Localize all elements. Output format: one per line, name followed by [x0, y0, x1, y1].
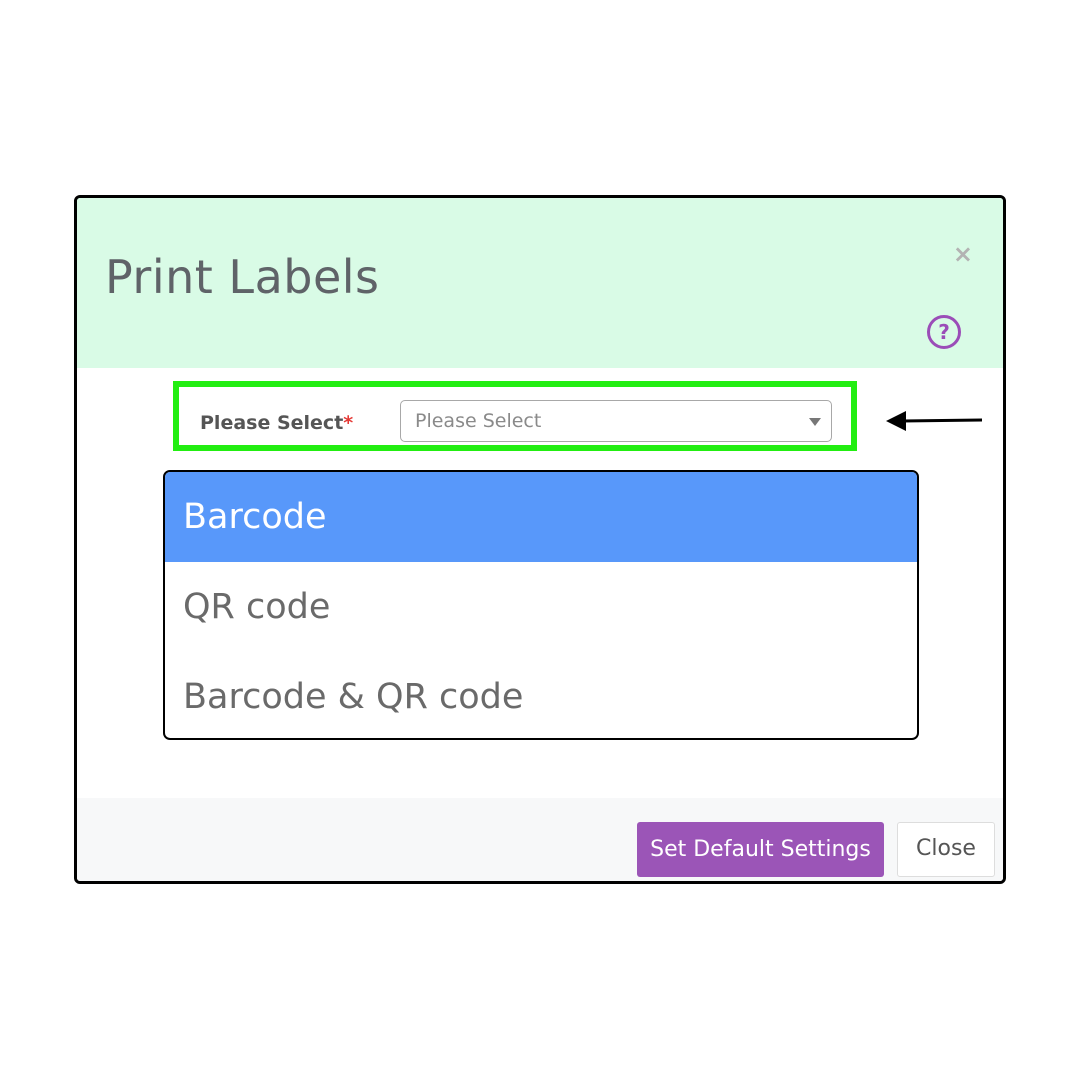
- required-marker: *: [343, 412, 354, 434]
- screen: Print Labels × ? Please Select* Please S…: [0, 0, 1080, 1080]
- label-type-select[interactable]: Please Select: [400, 400, 832, 442]
- modal-header: Print Labels × ?: [77, 198, 1003, 368]
- dropdown-option-barcode[interactable]: Barcode: [165, 472, 917, 562]
- modal-footer: Set Default Settings Close: [77, 798, 1003, 881]
- close-icon[interactable]: ×: [953, 242, 973, 266]
- set-default-settings-button[interactable]: Set Default Settings: [637, 822, 884, 877]
- label-type-field: Please Select*: [200, 412, 353, 434]
- chevron-down-icon: [809, 418, 821, 426]
- dropdown-option-qr-code[interactable]: QR code: [165, 562, 917, 652]
- select-value: Please Select: [415, 410, 542, 432]
- help-icon[interactable]: ?: [927, 315, 961, 349]
- close-button[interactable]: Close: [897, 822, 995, 877]
- modal-title: Print Labels: [105, 250, 380, 304]
- dropdown-option-barcode-and-qr-code[interactable]: Barcode & QR code: [165, 652, 917, 738]
- field-label-text: Please Select: [200, 412, 344, 434]
- print-labels-modal: Print Labels × ? Please Select* Please S…: [74, 195, 1006, 884]
- modal-body: Please Select* Please Select Barcode QR …: [77, 368, 1003, 798]
- dropdown-options-list: Barcode QR code Barcode & QR code: [163, 470, 919, 740]
- arrow-left-icon: [886, 411, 983, 431]
